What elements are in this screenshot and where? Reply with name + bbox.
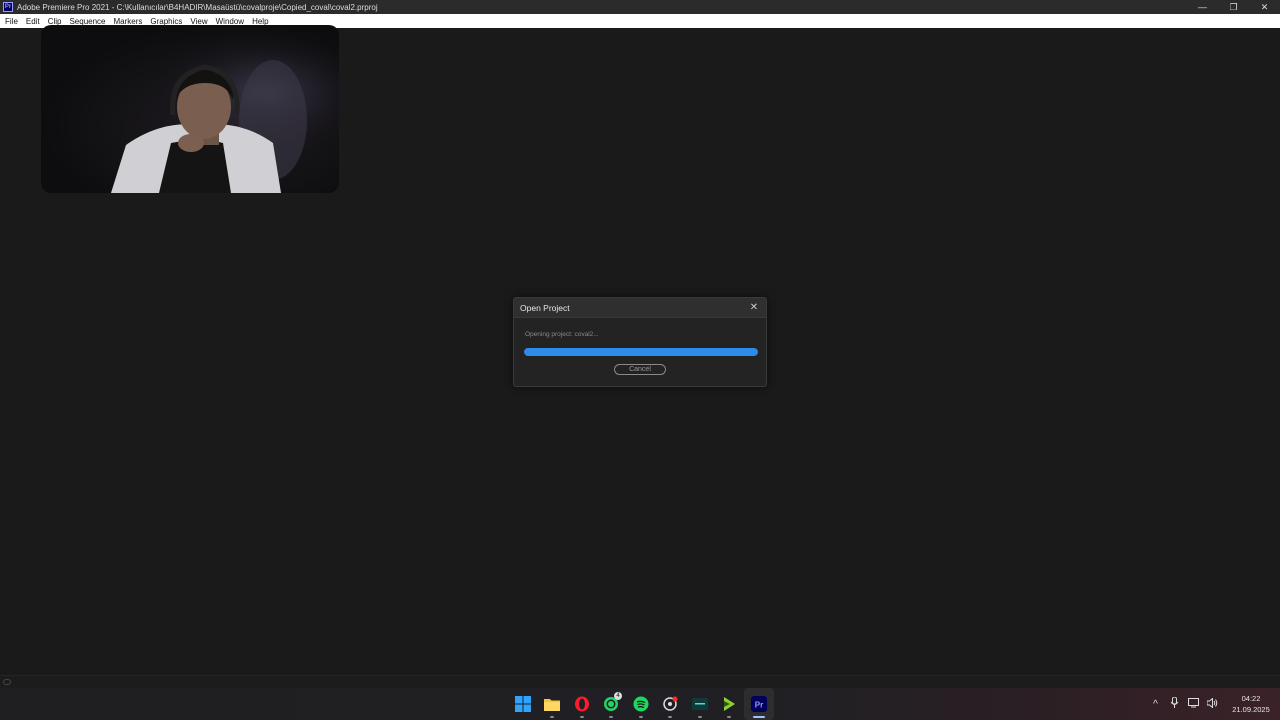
running-indicator <box>668 716 673 718</box>
taskbar: 4 Pr ^ 04:22 21.09.2025 <box>0 688 1280 720</box>
volume-icon[interactable] <box>1203 696 1222 711</box>
notification-badge: 4 <box>614 692 622 700</box>
active-indicator <box>752 716 765 718</box>
clock-date: 21.09.2025 <box>1232 705 1270 714</box>
menu-edit[interactable]: Edit <box>22 17 44 26</box>
taskbar-terminal[interactable] <box>685 688 715 720</box>
progress-fill <box>524 348 758 356</box>
running-indicator <box>727 716 732 718</box>
dialog-status-text: Opening project: coval2... <box>525 331 599 338</box>
taskbar-media-player[interactable] <box>715 688 745 720</box>
menu-file[interactable]: File <box>0 17 22 26</box>
svg-text:Pr: Pr <box>755 701 763 710</box>
running-indicator <box>697 716 702 718</box>
media-player-icon <box>724 697 736 711</box>
webcam-overlay <box>41 25 339 193</box>
taskbar-premiere[interactable]: Pr <box>744 688 774 720</box>
title-bar: Pr Adobe Premiere Pro 2021 - C:\Kullanıc… <box>0 0 1280 14</box>
running-indicator <box>609 716 614 718</box>
dialog-title: Open Project <box>520 302 570 313</box>
cancel-button[interactable]: Cancel <box>614 364 666 375</box>
minimize-button[interactable]: — <box>1187 0 1218 14</box>
clock[interactable]: 04:22 21.09.2025 <box>1222 693 1280 715</box>
window-title: Adobe Premiere Pro 2021 - C:\Kullanıcıla… <box>17 2 378 12</box>
window-controls: — ❐ ✕ <box>1187 0 1280 14</box>
spotify-icon <box>633 696 649 712</box>
running-indicator <box>550 716 555 718</box>
close-icon[interactable]: ✕ <box>748 301 760 313</box>
webcam-person-image <box>41 25 339 193</box>
steelseries-icon <box>663 696 678 711</box>
restore-button[interactable]: ❐ <box>1218 0 1249 14</box>
progress-bar <box>524 348 758 356</box>
running-indicator <box>638 716 643 718</box>
taskbar-steelseries[interactable] <box>656 688 686 720</box>
clock-time: 04:22 <box>1241 694 1261 703</box>
chevron-up-icon[interactable]: ^ <box>1146 699 1165 710</box>
system-tray: ^ 04:22 21.09.2025 <box>1146 688 1280 720</box>
file-explorer-icon <box>544 699 561 711</box>
premiere-icon: Pr <box>750 696 767 712</box>
running-indicator <box>579 716 584 718</box>
taskbar-whatsapp[interactable]: 4 <box>597 688 627 720</box>
opera-icon <box>574 696 589 712</box>
microphone-icon[interactable] <box>1165 696 1184 711</box>
premiere-app-icon[interactable]: Pr <box>3 2 13 12</box>
dialog-header: Open Project ✕ <box>514 298 766 318</box>
network-icon[interactable] <box>1184 697 1203 711</box>
close-button[interactable]: ✕ <box>1249 0 1280 14</box>
status-strip <box>0 675 1280 689</box>
taskbar-opera[interactable] <box>567 688 597 720</box>
terminal-icon <box>691 698 708 710</box>
start-icon <box>514 696 531 712</box>
taskbar-apps: 4 Pr <box>508 688 774 720</box>
open-project-dialog: Open Project ✕ Opening project: coval2..… <box>513 297 767 387</box>
taskbar-file-explorer[interactable] <box>538 688 568 720</box>
taskbar-spotify[interactable] <box>626 688 656 720</box>
status-indicator-icon <box>3 679 11 685</box>
start-button[interactable] <box>508 688 538 720</box>
